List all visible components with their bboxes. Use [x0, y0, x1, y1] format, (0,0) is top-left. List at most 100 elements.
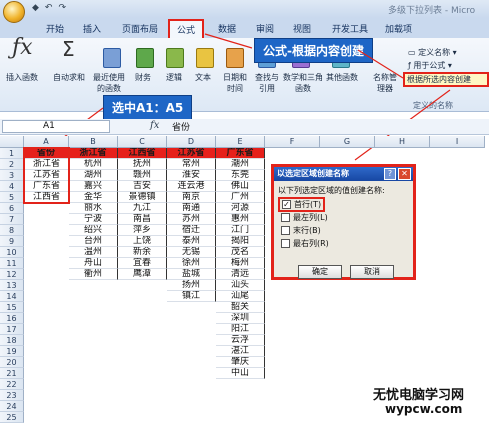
checkbox-top-row[interactable]: ✓	[282, 200, 291, 209]
table-cell[interactable]: 揭阳	[216, 236, 265, 247]
formula-input[interactable]: 省份	[172, 120, 190, 133]
row-header-21[interactable]: 21	[0, 368, 24, 379]
table-cell[interactable]: 江西省	[24, 192, 69, 203]
table-cell[interactable]: 鹰潭	[118, 269, 167, 280]
table-cell[interactable]: 嘉兴	[69, 181, 118, 192]
table-cell[interactable]: 清远	[216, 269, 265, 280]
table-cell[interactable]: 景德镇	[118, 192, 167, 203]
table-cell[interactable]: 吉安	[118, 181, 167, 192]
table-cell[interactable]: 徐州	[167, 258, 216, 269]
row-header-22[interactable]: 22	[0, 379, 24, 390]
table-cell[interactable]: 东莞	[216, 170, 265, 181]
table-cell[interactable]: 丽水	[69, 203, 118, 214]
row-header-1[interactable]: 1	[0, 148, 24, 159]
header-cell[interactable]: 省份	[24, 148, 69, 159]
help-button[interactable]: ?	[384, 168, 396, 180]
table-cell[interactable]: 温州	[69, 247, 118, 258]
table-cell[interactable]: 宜春	[118, 258, 167, 269]
row-header-12[interactable]: 12	[0, 269, 24, 280]
table-cell[interactable]: 云浮	[216, 335, 265, 346]
table-cell[interactable]: 杭州	[69, 159, 118, 170]
name-box[interactable]: A1	[2, 120, 110, 133]
row-header-6[interactable]: 6	[0, 203, 24, 214]
option-bottom-row[interactable]: 末行(B)	[281, 225, 321, 236]
table-cell[interactable]: 新余	[118, 247, 167, 258]
row-header-15[interactable]: 15	[0, 302, 24, 313]
table-cell[interactable]: 抚州	[118, 159, 167, 170]
table-cell[interactable]: 南通	[167, 203, 216, 214]
column-header-h[interactable]: H	[375, 136, 430, 148]
ok-button[interactable]: 确定	[298, 265, 342, 279]
row-header-19[interactable]: 19	[0, 346, 24, 357]
row-header-9[interactable]: 9	[0, 236, 24, 247]
table-cell[interactable]: 惠州	[216, 214, 265, 225]
column-header-a[interactable]: A	[24, 136, 69, 148]
table-cell[interactable]: 宿迁	[167, 225, 216, 236]
select-all-corner[interactable]	[0, 136, 24, 148]
table-cell[interactable]: 舟山	[69, 258, 118, 269]
header-cell[interactable]: 江西省	[118, 148, 167, 159]
table-cell[interactable]: 佛山	[216, 181, 265, 192]
header-cell[interactable]: 浙江省	[69, 148, 118, 159]
table-cell[interactable]: 淮安	[167, 170, 216, 181]
close-button[interactable]: ✕	[398, 168, 411, 180]
row-header-24[interactable]: 24	[0, 401, 24, 412]
table-cell[interactable]: 江苏省	[24, 170, 69, 181]
row-header-25[interactable]: 25	[0, 412, 24, 423]
column-header-b[interactable]: B	[69, 136, 118, 148]
table-cell[interactable]: 宁波	[69, 214, 118, 225]
table-cell[interactable]: 南昌	[118, 214, 167, 225]
table-cell[interactable]: 浙江省	[24, 159, 69, 170]
table-cell[interactable]: 广东省	[24, 181, 69, 192]
table-cell[interactable]: 茂名	[216, 247, 265, 258]
column-header-e[interactable]: E	[216, 136, 265, 148]
table-cell[interactable]: 汕尾	[216, 291, 265, 302]
table-cell[interactable]: 深圳	[216, 313, 265, 324]
column-header-g[interactable]: G	[320, 136, 375, 148]
table-cell[interactable]: 盐城	[167, 269, 216, 280]
table-cell[interactable]: 南京	[167, 192, 216, 203]
option-left-column[interactable]: 最左列(L)	[281, 212, 328, 223]
option-top-row[interactable]: ✓ 首行(T)	[278, 197, 326, 212]
row-header-11[interactable]: 11	[0, 258, 24, 269]
row-header-23[interactable]: 23	[0, 390, 24, 401]
row-header-8[interactable]: 8	[0, 225, 24, 236]
table-cell[interactable]: 金华	[69, 192, 118, 203]
column-header-i[interactable]: I	[430, 136, 485, 148]
column-header-d[interactable]: D	[167, 136, 216, 148]
table-cell[interactable]: 广州	[216, 192, 265, 203]
option-right-column[interactable]: 最右列(R)	[281, 238, 329, 249]
row-header-7[interactable]: 7	[0, 214, 24, 225]
table-cell[interactable]: 梅州	[216, 258, 265, 269]
table-cell[interactable]: 常州	[167, 159, 216, 170]
table-cell[interactable]: 泰州	[167, 236, 216, 247]
row-header-18[interactable]: 18	[0, 335, 24, 346]
table-cell[interactable]: 萍乡	[118, 225, 167, 236]
table-cell[interactable]: 无锡	[167, 247, 216, 258]
row-header-10[interactable]: 10	[0, 247, 24, 258]
table-cell[interactable]: 镇江	[167, 291, 216, 302]
table-cell[interactable]: 衢州	[69, 269, 118, 280]
row-header-14[interactable]: 14	[0, 291, 24, 302]
fx-button[interactable]: fx	[150, 120, 159, 131]
table-cell[interactable]: 阳江	[216, 324, 265, 335]
table-cell[interactable]: 连云港	[167, 181, 216, 192]
row-header-2[interactable]: 2	[0, 159, 24, 170]
row-header-5[interactable]: 5	[0, 192, 24, 203]
row-header-3[interactable]: 3	[0, 170, 24, 181]
table-cell[interactable]: 肇庆	[216, 357, 265, 368]
table-cell[interactable]: 河源	[216, 203, 265, 214]
table-cell[interactable]: 苏州	[167, 214, 216, 225]
checkbox-bottom-row[interactable]	[281, 226, 290, 235]
table-cell[interactable]: 上饶	[118, 236, 167, 247]
table-cell[interactable]: 潮州	[216, 159, 265, 170]
header-cell[interactable]: 广东省	[216, 148, 265, 159]
row-header-4[interactable]: 4	[0, 181, 24, 192]
table-cell[interactable]: 扬州	[167, 280, 216, 291]
row-header-13[interactable]: 13	[0, 280, 24, 291]
table-cell[interactable]: 汕头	[216, 280, 265, 291]
checkbox-left-column[interactable]	[281, 213, 290, 222]
table-cell[interactable]: 台州	[69, 236, 118, 247]
column-header-c[interactable]: C	[118, 136, 167, 148]
row-header-20[interactable]: 20	[0, 357, 24, 368]
